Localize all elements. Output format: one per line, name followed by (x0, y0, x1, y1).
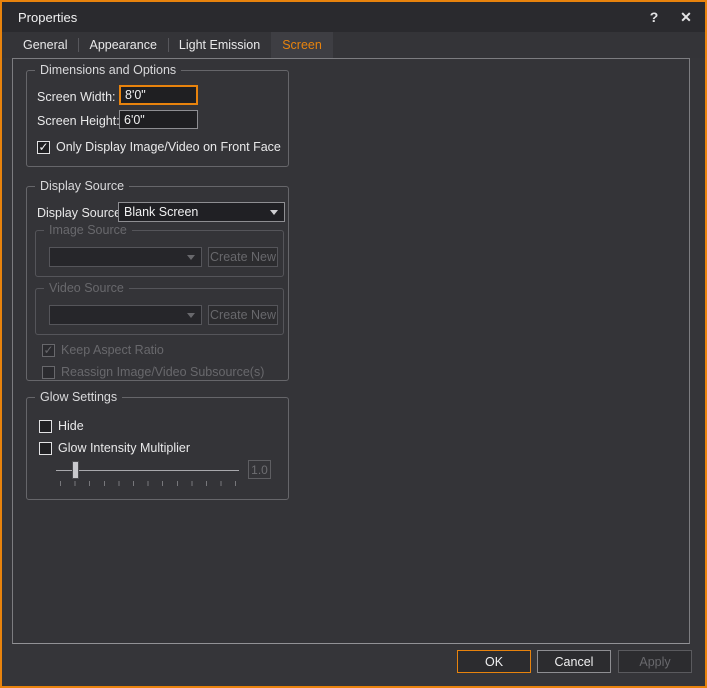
image-source-dropdown (49, 247, 202, 267)
keep-aspect-ratio-label: Keep Aspect Ratio (61, 343, 164, 357)
glow-intensity-checkbox-row[interactable]: Glow Intensity Multiplier (39, 441, 190, 455)
chevron-down-icon (187, 313, 195, 318)
display-source-dropdown[interactable]: Blank Screen (118, 202, 285, 222)
glow-intensity-value-box: 1.0 (248, 460, 271, 479)
tab-light-emission[interactable]: Light Emission (168, 32, 271, 58)
display-source-value: Blank Screen (124, 205, 198, 219)
image-create-new-button: Create New (208, 247, 278, 267)
reassign-subsource-checkbox-row: Reassign Image/Video Subsource(s) (42, 365, 264, 379)
screen-height-input[interactable] (119, 110, 198, 129)
glow-intensity-slider-handle[interactable] (72, 461, 79, 479)
title-bar: Properties ? ✕ (2, 2, 705, 32)
reassign-subsource-label: Reassign Image/Video Subsource(s) (61, 365, 264, 379)
glow-intensity-slider-ticks (60, 481, 240, 486)
chevron-down-icon (187, 255, 195, 260)
video-create-new-button: Create New (208, 305, 278, 325)
properties-dialog: Properties ? ✕ General Appearance Light … (0, 0, 707, 688)
dimensions-group-label: Dimensions and Options (35, 63, 181, 78)
hide-checkbox[interactable] (39, 420, 52, 433)
screen-tab-panel: Dimensions and Options Screen Width: Scr… (12, 58, 690, 644)
glow-intensity-slider-track[interactable] (56, 470, 239, 471)
front-face-checkbox[interactable]: ✓ (37, 141, 50, 154)
glow-intensity-checkbox[interactable] (39, 442, 52, 455)
help-icon[interactable]: ? (639, 2, 669, 32)
dimensions-and-options-group: Dimensions and Options Screen Width: Scr… (26, 70, 289, 167)
screen-width-input[interactable] (119, 85, 198, 105)
display-source-group: Display Source Display Source: Blank Scr… (26, 186, 289, 381)
video-source-dropdown (49, 305, 202, 325)
hide-checkbox-row[interactable]: Hide (39, 419, 84, 433)
keep-aspect-ratio-checkbox: ✓ (42, 344, 55, 357)
keep-aspect-ratio-checkbox-row: ✓ Keep Aspect Ratio (42, 343, 164, 357)
tab-screen[interactable]: Screen (271, 32, 333, 58)
reassign-subsource-checkbox (42, 366, 55, 379)
video-source-group: Video Source Create New (35, 288, 284, 335)
front-face-label: Only Display Image/Video on Front Face (56, 140, 281, 154)
tab-appearance[interactable]: Appearance (78, 32, 167, 58)
image-source-group-label: Image Source (44, 223, 132, 238)
image-source-group: Image Source Create New (35, 230, 284, 277)
apply-button: Apply (618, 650, 692, 673)
tab-general[interactable]: General (12, 32, 78, 58)
display-source-label: Display Source: (37, 206, 125, 220)
glow-settings-group-label: Glow Settings (35, 390, 122, 405)
video-source-group-label: Video Source (44, 281, 129, 296)
glow-settings-group: Glow Settings Hide Glow Intensity Multip… (26, 397, 289, 500)
screen-height-label: Screen Height: (37, 114, 120, 128)
glow-intensity-label: Glow Intensity Multiplier (58, 441, 190, 455)
cancel-button[interactable]: Cancel (537, 650, 611, 673)
chevron-down-icon (270, 210, 278, 215)
hide-label: Hide (58, 419, 84, 433)
front-face-checkbox-row[interactable]: ✓ Only Display Image/Video on Front Face (37, 140, 281, 154)
screen-width-label: Screen Width: (37, 90, 116, 104)
tab-bar: General Appearance Light Emission Screen (2, 32, 705, 58)
window-title: Properties (18, 10, 77, 25)
display-source-group-label: Display Source (35, 179, 129, 194)
close-icon[interactable]: ✕ (671, 2, 701, 32)
ok-button[interactable]: OK (457, 650, 531, 673)
